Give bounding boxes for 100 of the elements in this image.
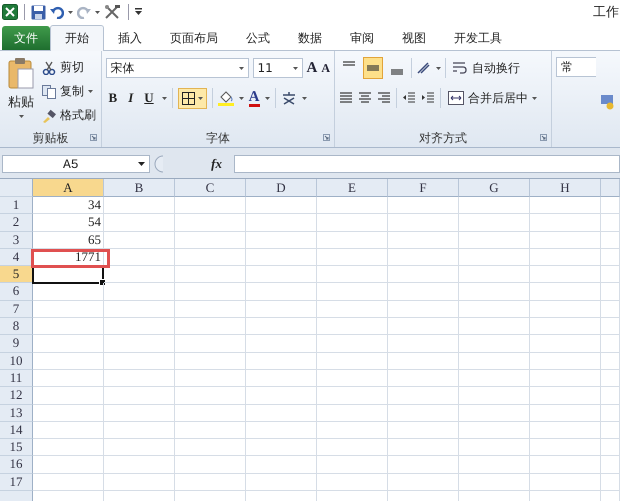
undo-icon[interactable] bbox=[50, 5, 64, 19]
column-header[interactable]: B bbox=[104, 179, 175, 197]
wrap-text-button[interactable]: 自动换行 bbox=[452, 58, 520, 78]
clipboard-icon bbox=[8, 57, 34, 89]
align-icon bbox=[391, 69, 404, 75]
group-label: 对齐方式 bbox=[419, 130, 468, 146]
font-size-field[interactable]: 11 bbox=[252, 58, 303, 78]
column-header[interactable]: C bbox=[175, 179, 246, 197]
copy-button[interactable]: 复制 bbox=[42, 81, 96, 102]
row-header[interactable]: 2 bbox=[0, 214, 33, 232]
merge-icon bbox=[448, 91, 464, 105]
orientation-icon[interactable] bbox=[416, 61, 432, 75]
align-center-icon[interactable] bbox=[358, 91, 372, 105]
number-format-field[interactable]: 常 bbox=[556, 57, 596, 77]
name-box[interactable]: A5 bbox=[2, 155, 150, 173]
formula-input[interactable] bbox=[234, 155, 620, 173]
italic-button[interactable]: I bbox=[125, 90, 136, 106]
caret-icon bbox=[532, 96, 538, 100]
ribbon-tab[interactable]: 开发工具 bbox=[440, 26, 516, 50]
caret-icon[interactable] bbox=[264, 96, 270, 100]
sheet-cell[interactable]: 65 bbox=[33, 232, 104, 249]
borders-button[interactable] bbox=[178, 88, 207, 108]
ribbon-tab[interactable]: 开始 bbox=[50, 25, 104, 51]
row-header[interactable]: 16 bbox=[0, 456, 33, 474]
merge-center-button[interactable]: 合并后居中 bbox=[448, 88, 538, 108]
font-name-field[interactable]: 宋体 bbox=[106, 58, 249, 78]
row-header[interactable]: 6 bbox=[0, 283, 33, 301]
underline-button[interactable]: U bbox=[141, 90, 157, 106]
borders-icon bbox=[182, 92, 195, 104]
row-header[interactable]: 10 bbox=[0, 352, 33, 370]
ribbon-tab[interactable]: 页面布局 bbox=[156, 26, 232, 50]
row-header[interactable]: 14 bbox=[0, 422, 33, 440]
format-painter-button[interactable]: 格式刷 bbox=[42, 105, 96, 126]
font-color-button[interactable]: A bbox=[248, 90, 260, 106]
caret-icon[interactable] bbox=[238, 96, 244, 100]
caret-icon[interactable] bbox=[436, 66, 442, 70]
column-header[interactable]: F bbox=[388, 179, 459, 197]
caret-icon[interactable] bbox=[95, 10, 100, 14]
caret-icon bbox=[138, 162, 145, 166]
column-header[interactable] bbox=[601, 179, 620, 197]
sheet-cell[interactable]: 1771 bbox=[33, 248, 104, 266]
dialog-launcher-icon[interactable] bbox=[323, 134, 330, 141]
excel-icon[interactable] bbox=[2, 4, 18, 20]
file-tab[interactable]: 文件 bbox=[2, 26, 50, 50]
align-icon bbox=[367, 65, 380, 71]
sheet-cell[interactable]: 54 bbox=[33, 214, 104, 232]
row-header[interactable]: 8 bbox=[0, 318, 33, 336]
phonetic-icon[interactable] bbox=[280, 90, 296, 106]
align-icon bbox=[343, 61, 356, 66]
caret-icon bbox=[238, 66, 244, 70]
dialog-launcher-icon[interactable] bbox=[540, 134, 547, 141]
row-header[interactable]: 12 bbox=[0, 387, 33, 405]
column-header[interactable]: G bbox=[459, 179, 530, 197]
row-header[interactable]: 15 bbox=[0, 439, 33, 456]
ribbon-tab[interactable]: 审阅 bbox=[336, 26, 388, 50]
caret-icon bbox=[198, 96, 203, 100]
align-left-icon[interactable] bbox=[339, 91, 354, 105]
column-header[interactable]: D bbox=[246, 179, 317, 197]
column-header[interactable]: H bbox=[530, 179, 601, 197]
shrink-font-button[interactable]: A bbox=[321, 60, 330, 76]
insert-function-button[interactable]: fx bbox=[203, 156, 230, 172]
sheet-cell[interactable]: 34 bbox=[33, 197, 104, 214]
group-label: 字体 bbox=[206, 130, 230, 146]
dialog-launcher-icon[interactable] bbox=[90, 134, 97, 141]
tools-icon[interactable] bbox=[104, 4, 122, 20]
row-header[interactable]: 11 bbox=[0, 370, 33, 388]
caret-icon[interactable] bbox=[302, 96, 306, 100]
row-header[interactable]: 9 bbox=[0, 335, 33, 353]
ribbon-tab[interactable]: 数据 bbox=[284, 26, 336, 50]
paste-button[interactable]: 粘贴 bbox=[4, 57, 38, 129]
caret-icon bbox=[88, 90, 93, 93]
decrease-indent-icon[interactable] bbox=[402, 91, 416, 105]
row-header[interactable]: 5 bbox=[0, 266, 33, 284]
caret-icon[interactable] bbox=[68, 10, 73, 14]
row-header[interactable]: 1 bbox=[0, 197, 33, 214]
align-middle-button[interactable] bbox=[363, 57, 384, 79]
bold-button[interactable]: B bbox=[106, 90, 120, 106]
scissors-icon bbox=[42, 60, 56, 74]
grip-icon[interactable] bbox=[154, 155, 164, 173]
save-icon[interactable] bbox=[31, 4, 46, 20]
column-header[interactable]: E bbox=[317, 179, 388, 197]
caret-icon[interactable] bbox=[162, 96, 167, 100]
select-all-corner[interactable] bbox=[0, 179, 33, 197]
row-header[interactable]: 17 bbox=[0, 474, 33, 492]
align-right-icon[interactable] bbox=[377, 91, 392, 105]
cut-button[interactable]: 剪切 bbox=[42, 57, 96, 78]
increase-indent-icon[interactable] bbox=[421, 91, 436, 105]
row-header[interactable]: 3 bbox=[0, 232, 33, 249]
ribbon-tab[interactable]: 插入 bbox=[104, 26, 156, 50]
ribbon-tab[interactable]: 公式 bbox=[232, 26, 284, 50]
column-header[interactable]: A bbox=[33, 179, 104, 197]
brush-icon bbox=[42, 108, 56, 122]
group-label: 剪贴板 bbox=[32, 130, 68, 146]
ribbon-tab[interactable]: 视图 bbox=[388, 26, 440, 50]
wrap-text-icon bbox=[452, 61, 468, 75]
row-header[interactable]: 7 bbox=[0, 300, 33, 318]
fill-color-icon[interactable] bbox=[218, 90, 234, 106]
row-header[interactable]: 13 bbox=[0, 404, 33, 422]
customize-icon[interactable] bbox=[135, 8, 142, 16]
grow-font-button[interactable]: A bbox=[306, 60, 318, 76]
